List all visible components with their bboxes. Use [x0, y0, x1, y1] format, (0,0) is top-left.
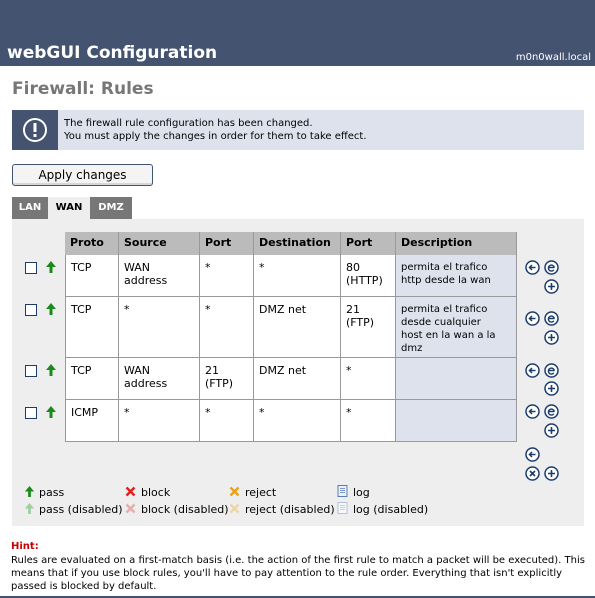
- tab-wan[interactable]: WAN: [48, 197, 90, 219]
- col-description-header: Description: [396, 232, 517, 255]
- notice-line-2: You must apply the changes in order for …: [64, 131, 367, 142]
- col-source-header: Source: [119, 232, 200, 255]
- tab-lan[interactable]: LAN: [12, 197, 48, 219]
- hostname: m0n0wall.local: [515, 52, 591, 63]
- pass-icon[interactable]: [45, 302, 57, 316]
- rule-2-dport: 21 (FTP): [341, 297, 396, 358]
- move-selected-to-end-icon[interactable]: [525, 447, 540, 462]
- rule-enable-checkbox[interactable]: [25, 304, 37, 316]
- move-selected-before-icon[interactable]: [525, 404, 540, 419]
- add-rule-based-icon[interactable]: [544, 279, 559, 294]
- legend-reject-label: reject: [245, 486, 277, 499]
- rules-panel: Proto Source Port Destination Port Descr…: [12, 219, 584, 526]
- rule-3-destination: DMZ net: [254, 358, 341, 400]
- move-selected-before-icon[interactable]: [525, 260, 540, 275]
- rule-3-port: 21 (FTP): [200, 358, 254, 400]
- rule-4-port: *: [200, 400, 254, 442]
- add-new-rule-icon[interactable]: [544, 466, 559, 481]
- move-selected-before-icon[interactable]: [525, 363, 540, 378]
- tab-dmz[interactable]: DMZ: [90, 197, 132, 219]
- delete-selected-icon[interactable]: [525, 466, 540, 481]
- rule-4-destination: *: [254, 400, 341, 442]
- rule-3-description: [396, 358, 517, 400]
- pass-icon[interactable]: [45, 363, 57, 377]
- legend-pass: pass: [24, 485, 134, 499]
- block-disabled-icon: [125, 503, 136, 514]
- edit-rule-icon[interactable]: [544, 260, 559, 275]
- page-title: Firewall: Rules: [12, 79, 154, 99]
- rule-1-description: permita el trafico http desde la wan: [396, 255, 517, 297]
- legend-block: block: [125, 485, 235, 499]
- rule-enable-checkbox[interactable]: [25, 407, 37, 419]
- apply-changes-button[interactable]: Apply changes: [12, 164, 153, 186]
- legend-log-disabled-label: log (disabled): [353, 503, 429, 516]
- rule-2-port: *: [200, 297, 254, 358]
- edit-rule-icon[interactable]: [544, 311, 559, 326]
- rule-1-port: *: [200, 255, 254, 297]
- legend-block-label: block: [141, 486, 171, 499]
- rule-enable-checkbox[interactable]: [25, 365, 37, 377]
- col-proto-header: Proto: [65, 232, 119, 255]
- rule-4-dport: *: [341, 400, 396, 442]
- hint-text: Rules are evaluated on a first-match bas…: [11, 555, 585, 592]
- col-port-header: Port: [200, 232, 254, 255]
- rule-1-destination: *: [254, 255, 341, 297]
- legend-reject-disabled: reject (disabled): [229, 502, 339, 516]
- legend-block-disabled-label: block (disabled): [141, 503, 229, 516]
- rule-2-description: permita el trafico desde cualquier host …: [396, 297, 517, 358]
- rule-1-source: WAN address: [119, 255, 200, 297]
- col-destination-header: Destination: [254, 232, 341, 255]
- rule-2-destination: DMZ net: [254, 297, 341, 358]
- legend-block-disabled: block (disabled): [125, 502, 235, 516]
- legend-pass-disabled: pass (disabled): [24, 502, 134, 516]
- app-title: webGUI Configuration: [7, 43, 218, 63]
- legend-pass-disabled-label: pass (disabled): [39, 503, 123, 516]
- rule-2-source: *: [119, 297, 200, 358]
- log-disabled-icon: [337, 502, 348, 514]
- rule-3-dport: *: [341, 358, 396, 400]
- rule-1-dport: 80 (HTTP): [341, 255, 396, 297]
- log-icon: [337, 485, 348, 497]
- pass-icon: [24, 486, 35, 497]
- rule-4-proto: ICMP: [65, 400, 119, 442]
- hint-title: Hint:: [11, 541, 39, 552]
- edit-rule-icon[interactable]: [544, 404, 559, 419]
- edit-rule-icon[interactable]: [544, 363, 559, 378]
- rule-3-source: WAN address: [119, 358, 200, 400]
- add-rule-based-icon[interactable]: [544, 381, 559, 396]
- rule-4-description: [396, 400, 517, 442]
- reject-disabled-icon: [229, 503, 240, 514]
- reject-icon: [229, 486, 240, 497]
- pass-icon[interactable]: [45, 405, 57, 419]
- rule-3-proto: TCP: [65, 358, 119, 400]
- legend-log-disabled: log (disabled): [337, 502, 447, 516]
- rule-2-proto: TCP: [65, 297, 119, 358]
- rule-enable-checkbox[interactable]: [25, 262, 37, 274]
- pass-icon[interactable]: [45, 260, 57, 274]
- legend-pass-label: pass: [39, 486, 65, 499]
- add-rule-based-icon[interactable]: [544, 423, 559, 438]
- legend-log-label: log: [353, 486, 370, 499]
- col-dport-header: Port: [341, 232, 396, 255]
- block-icon: [125, 486, 136, 497]
- rule-4-source: *: [119, 400, 200, 442]
- add-rule-based-icon[interactable]: [544, 330, 559, 345]
- notice-line-1: The firewall rule configuration has been…: [64, 118, 313, 129]
- legend-reject-disabled-label: reject (disabled): [245, 503, 335, 516]
- change-notice: The firewall rule configuration has been…: [12, 110, 584, 150]
- move-selected-before-icon[interactable]: [525, 311, 540, 326]
- info-icon: [12, 110, 58, 150]
- legend-log: log: [337, 485, 447, 499]
- top-header: webGUI Configuration m0n0wall.local: [0, 0, 595, 66]
- legend-reject: reject: [229, 485, 339, 499]
- rule-1-proto: TCP: [65, 255, 119, 297]
- pass-disabled-icon: [24, 503, 35, 514]
